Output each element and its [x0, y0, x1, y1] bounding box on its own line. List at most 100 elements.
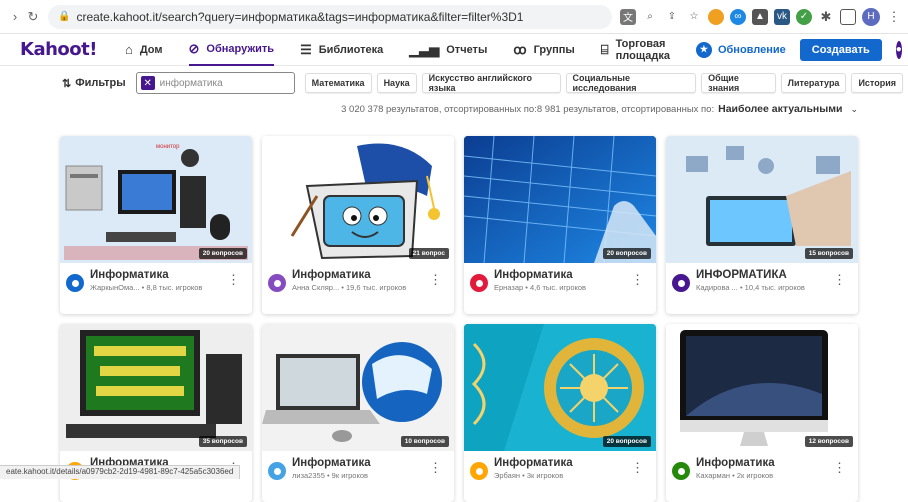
address-bar[interactable]: 🔒 create.kahoot.it/search?query=информат…	[48, 5, 612, 29]
kahoot-logo[interactable]: Kahoot!	[20, 39, 97, 60]
card-title[interactable]: Информатика	[494, 457, 650, 469]
card-thumbnail: 21 вопрос	[262, 136, 454, 263]
card-thumbnail: 10 вопросов	[262, 324, 454, 451]
card-thumbnail: 12 вопросов	[666, 324, 858, 451]
laptop-globe-image	[262, 324, 454, 451]
extension-icon[interactable]	[708, 9, 724, 25]
nav-marketplace-label: Торговая площадка	[616, 38, 670, 62]
kahoot-card[interactable]: 20 вопросов Информатика Ерназар • 4,6 ты…	[464, 136, 656, 314]
card-meta: Ерназар • 4,6 тыс. игроков	[494, 283, 650, 292]
bookmark-star-icon[interactable]: ☆	[686, 9, 702, 25]
sidepanel-icon[interactable]	[840, 9, 856, 25]
card-title[interactable]: Информатика	[90, 269, 246, 281]
nav-marketplace[interactable]: ⌸ Торговая площадка	[601, 34, 670, 66]
nav-discover-label: Обнаружить	[206, 43, 274, 55]
card-info: Информатика Кахарман • 2к игроков ⋮	[666, 451, 858, 502]
card-menu-icon[interactable]: ⋮	[631, 273, 644, 286]
extensions-area: 文 ⌕ ⇪ ☆ ∞ ▲ vk ✓ ✱ Н ⋮	[620, 8, 902, 26]
results-grid: монитор 20 вопросов Информатика ЖаркынОм…	[60, 136, 860, 502]
sort-dropdown[interactable]: Наиболее актуальными	[718, 103, 842, 115]
card-thumbnail: 15 вопросов	[666, 136, 858, 263]
question-count-badge: 35 вопросов	[199, 436, 247, 447]
group-icon: ꝏ	[513, 42, 526, 58]
main-navigation: Kahoot! ⌂ Дом ⊘ Обнаружить ☰ Библиотека …	[0, 34, 908, 66]
card-author[interactable]: Анна Скляр...	[292, 283, 339, 292]
card-author[interactable]: Кадирова ...	[696, 283, 738, 292]
filters-toggle[interactable]: ⇅ Фильтры	[62, 77, 126, 90]
vk-icon[interactable]: vk	[774, 9, 790, 25]
nav-groups[interactable]: ꝏ Группы	[513, 34, 574, 66]
chip-math[interactable]: Математика	[305, 73, 372, 93]
reload-icon[interactable]: ↻	[24, 9, 42, 25]
filters-label: Фильтры	[75, 77, 125, 89]
search-input[interactable]	[160, 78, 290, 89]
chip-social-studies[interactable]: Социальные исследования	[566, 73, 697, 93]
question-count-badge: 12 вопросов	[805, 436, 853, 447]
card-thumbnail: монитор 20 вопросов	[60, 136, 252, 263]
card-menu-icon[interactable]: ⋮	[833, 461, 846, 474]
chip-literature[interactable]: Литература	[781, 73, 847, 93]
compass-icon: ⊘	[189, 41, 200, 57]
create-button[interactable]: Создавать	[800, 39, 882, 61]
clear-search-icon[interactable]: ✕	[141, 76, 155, 90]
nav-groups-label: Группы	[534, 44, 575, 56]
user-avatar-icon[interactable]: ●	[896, 41, 902, 59]
translate-icon[interactable]: 文	[620, 9, 636, 25]
card-plays: 8,8 тыс. игроков	[146, 283, 202, 292]
author-avatar	[268, 462, 286, 480]
extension-icon[interactable]: ∞	[730, 9, 746, 25]
profile-avatar[interactable]: Н	[862, 8, 880, 26]
extension-icon[interactable]: ✓	[796, 9, 812, 25]
store-icon: ⌸	[601, 42, 609, 58]
star-icon: ★	[696, 42, 712, 58]
chip-science[interactable]: Наука	[377, 73, 417, 93]
card-plays: 19,6 тыс. игроков	[346, 283, 406, 292]
puzzle-icon[interactable]: ✱	[818, 9, 834, 25]
nav-discover[interactable]: ⊘ Обнаружить	[189, 34, 275, 66]
card-thumbnail: 35 вопросов	[60, 324, 252, 451]
card-menu-icon[interactable]: ⋮	[833, 273, 846, 286]
upgrade-button[interactable]: ★ Обновление	[696, 42, 786, 58]
nav-home[interactable]: ⌂ Дом	[125, 34, 163, 66]
card-title[interactable]: Информатика	[494, 269, 650, 281]
card-menu-icon[interactable]: ⋮	[429, 461, 442, 474]
kahoot-card[interactable]: 15 вопросов ИНФОРМАТИКА Кадирова ... • 1…	[666, 136, 858, 314]
chevron-down-icon[interactable]: ⌄	[850, 104, 858, 115]
share-icon[interactable]: ⇪	[664, 9, 680, 25]
card-plays: 10,4 тыс. игроков	[745, 283, 805, 292]
kahoot-card[interactable]: 20 вопросов Информатика Эрбаян • 3к игро…	[464, 324, 656, 502]
kahoot-card[interactable]: 21 вопрос Информатика Анна Скляр... • 19…	[262, 136, 454, 314]
card-title[interactable]: Информатика	[292, 269, 448, 281]
results-count: 3 020 378 результатов, отсортированных п…	[341, 104, 714, 115]
nav-home-label: Дом	[140, 44, 163, 56]
card-meta: ЖаркынОма... • 8,8 тыс. игроков	[90, 283, 246, 292]
card-title[interactable]: ИНФОРМАТИКА	[696, 269, 852, 281]
card-thumbnail: 20 вопросов	[464, 324, 656, 451]
card-title[interactable]: Информатика	[696, 457, 852, 469]
nav-reports[interactable]: ▁▃▅ Отчеты	[409, 34, 487, 66]
extension-icon[interactable]: ▲	[752, 9, 768, 25]
card-menu-icon[interactable]: ⋮	[429, 273, 442, 286]
chip-english[interactable]: Искусство английского языка	[422, 73, 561, 93]
card-title[interactable]: Информатика	[292, 457, 448, 469]
search-field[interactable]: ✕	[136, 72, 295, 94]
link-preview-statusbar: eate.kahoot.it/details/a0979cb2-2d19-498…	[0, 465, 240, 479]
nav-library[interactable]: ☰ Библиотека	[300, 34, 383, 66]
card-thumbnail: 20 вопросов	[464, 136, 656, 263]
question-count-badge: 20 вопросов	[603, 436, 651, 447]
cartoon-computer-image	[262, 136, 454, 263]
menu-kebab-icon[interactable]: ⋮	[886, 9, 902, 25]
kahoot-card[interactable]: 10 вопросов Информатика лиза2355 • 9к иг…	[262, 324, 454, 502]
chip-general-knowledge[interactable]: Общие знания	[701, 73, 776, 93]
emblem-flag-image	[464, 324, 656, 451]
card-info: Информатика Эрбаян • 3к игроков ⋮	[464, 451, 656, 502]
card-menu-icon[interactable]: ⋮	[227, 273, 240, 286]
card-author[interactable]: Ерназар	[494, 283, 523, 292]
card-menu-icon[interactable]: ⋮	[631, 461, 644, 474]
kahoot-card[interactable]: монитор 20 вопросов Информатика ЖаркынОм…	[60, 136, 252, 314]
forward-icon[interactable]: ›	[6, 9, 24, 24]
kahoot-card[interactable]: 12 вопросов Информатика Кахарман • 2к иг…	[666, 324, 858, 502]
card-author[interactable]: ЖаркынОма...	[90, 283, 140, 292]
zoom-icon[interactable]: ⌕	[642, 9, 658, 25]
chip-history[interactable]: История	[851, 73, 903, 93]
